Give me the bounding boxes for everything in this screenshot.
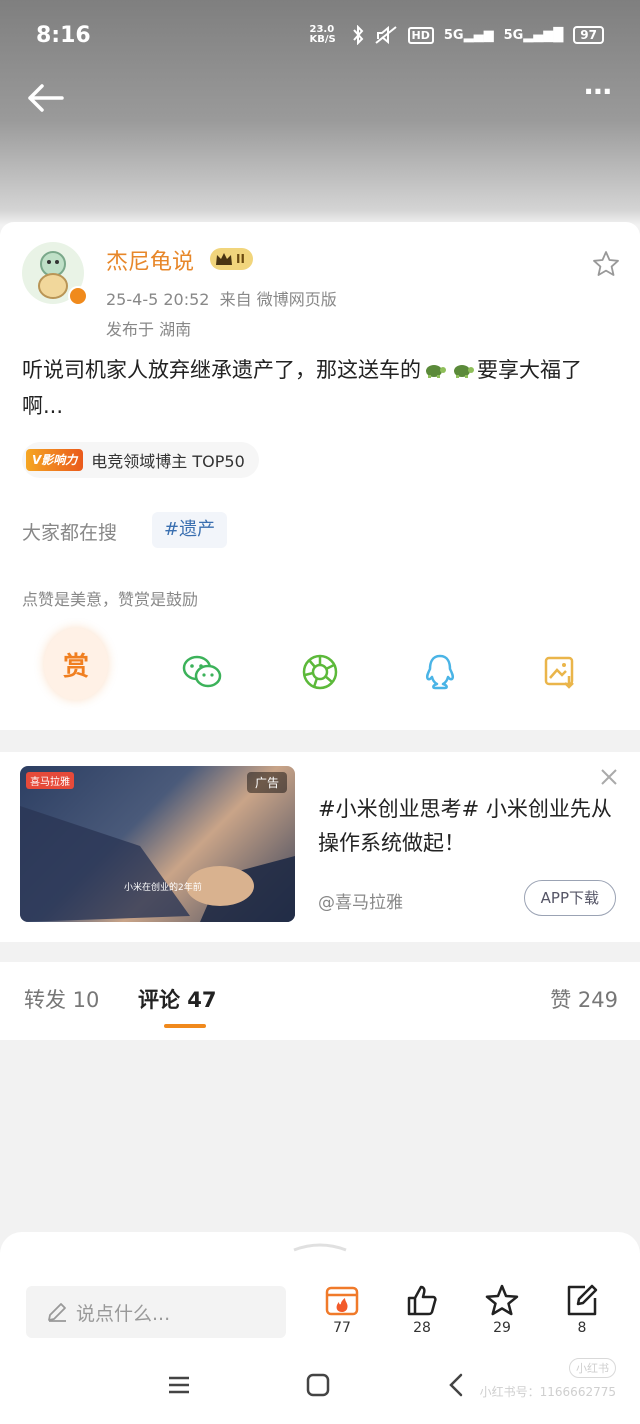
vip-badge: II [210,248,253,270]
tab-repost[interactable]: 转发 10 [24,984,99,1014]
comment-input[interactable]: 说点什么... [26,1286,286,1338]
more-icon[interactable]: ⋯ [584,78,614,106]
username[interactable]: 杰尼龟说 [106,244,194,276]
post-text-part1: 听说司机家人放弃继承遗产了，那这送车的 [22,358,421,382]
post-card: 杰尼龟说 II 25-4-5 20:52 来自 微博网页版 发布于 湖南 听说司… [0,222,640,730]
influence-tag[interactable]: V影响力 电竞领域博主 TOP50 [22,442,259,478]
tab-comment[interactable]: 评论 47 [138,984,217,1014]
watermark: 小红书号：1166662775 [479,1385,616,1399]
influence-badge: V影响力 [26,449,84,471]
hot-count: 77 [333,1320,351,1336]
edit-icon [567,1284,598,1316]
chevron-up-icon[interactable] [290,1242,350,1252]
hot-action-button[interactable]: 77 [312,1284,372,1336]
search-label: 大家都在搜 [22,522,118,544]
calendar-fire-icon [325,1286,359,1316]
tabs-bar: 转发 10 评论 47 赞 249 [0,962,640,1040]
ad-card[interactable]: 喜马拉雅 广告 小米在创业的2年前 #小米创业思考# 小米创业先从操作系统做起！… [0,752,640,942]
star-icon [485,1284,519,1316]
handshake-image [20,806,295,922]
like-button[interactable]: 28 [392,1284,452,1336]
influence-text: 电竞领域博主 TOP50 [91,452,245,471]
reward-tip: 点赞是美意，赞赏是鼓励 [22,590,199,609]
ad-image[interactable]: 喜马拉雅 广告 小米在创业的2年前 [20,766,295,922]
back-icon[interactable] [442,1370,472,1400]
verified-badge-icon [68,286,88,306]
like-count: 28 [413,1320,431,1336]
share-row: 赏 [0,628,640,712]
network-speed: 23.0 KB/S [309,24,336,45]
star-icon[interactable] [592,250,620,278]
ad-caption: 小米在创业的2年前 [124,883,202,893]
home-icon[interactable] [303,1370,333,1400]
app-download-button[interactable]: APP下载 [523,880,616,916]
signal-5g-2: 5G▂▄▆█ [503,27,564,43]
arrow-left-icon[interactable] [26,80,66,116]
reward-label: 赏 [44,628,108,700]
post-location: 发布于 湖南 [106,320,192,339]
turtle-emoji-icon [454,365,474,378]
search-tag[interactable]: #遗产 [152,512,228,548]
favorite-count: 29 [493,1320,511,1336]
status-icons: 23.0 KB/S HD 5G▂▄▆ 5G▂▄▆█ 97 [310,25,604,45]
wechat-icon[interactable] [170,640,234,704]
vip-level: II [236,252,245,266]
bluetooth-icon [352,25,363,45]
ad-source: @喜马拉雅 [318,893,403,913]
signal-5g-1: 5G▂▄▆ [443,27,494,43]
thumbs-up-icon [407,1285,437,1316]
turtle-emoji-icon [426,365,446,378]
moments-icon[interactable] [288,640,352,704]
post-text: 听说司机家人放弃继承遗产了，那这送车的 要享大福了啊... [22,352,622,424]
post-meta: 25-4-5 20:52 来自 微博网页版 [106,290,337,309]
bottom-sheet: 说点什么... 77 28 29 8 小红书 小红书号：1166662775 [0,1232,640,1424]
save-image-icon[interactable] [528,640,592,704]
comment-placeholder: 说点什么... [76,1302,171,1325]
pencil-icon [48,1303,66,1322]
avatar[interactable] [22,242,88,306]
qq-icon[interactable] [408,640,472,704]
hd-badge: HD [407,26,434,44]
repost-button[interactable]: 8 [552,1284,612,1336]
favorite-button[interactable]: 29 [472,1284,532,1336]
repost-count: 8 [577,1320,587,1336]
status-time: 8:16 [36,22,91,48]
battery-indicator: 97 [573,26,604,44]
menu-icon[interactable] [164,1370,194,1400]
watermark-logo: 小红书 [569,1358,616,1378]
status-bar: 8:16 23.0 KB/S HD 5G▂▄▆ 5G▂▄▆█ 97 [0,0,640,70]
reward-button[interactable]: 赏 [44,628,108,700]
active-tab-indicator [164,1024,206,1028]
tab-like[interactable]: 赞 249 [550,984,618,1014]
close-icon[interactable] [598,766,620,788]
crown-icon [216,253,232,265]
mute-icon [374,25,397,45]
top-nav: ⋯ [0,70,640,126]
ad-title[interactable]: #小米创业思考# 小米创业先从操作系统做起！ [318,792,618,860]
